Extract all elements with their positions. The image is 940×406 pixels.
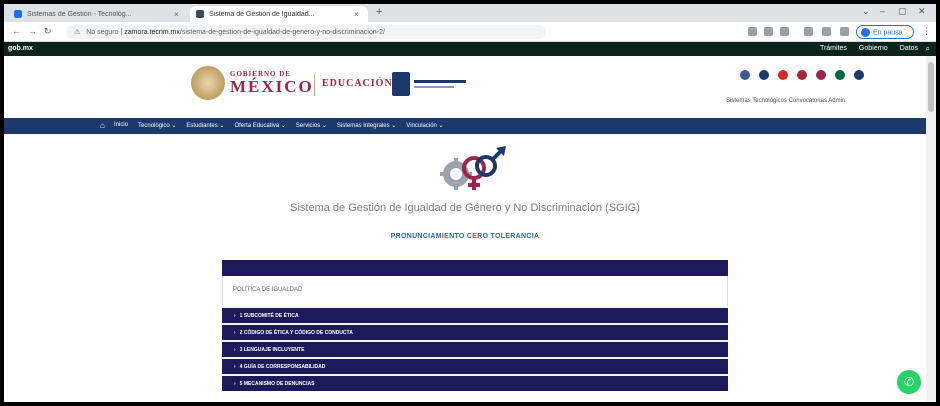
header-links[interactable]: Sistemas Tecnológicos Convocatorias Admi… [726, 98, 845, 104]
accordion-panel: POLÍTICA DE IGUALDAD › 1 SUBCOMITÉ DE ÉTI… [222, 260, 728, 391]
url-host: zamora.tecnm.mx [124, 29, 180, 36]
browser-tab-igualdad[interactable]: Sistema de Gestión de Igualdad... × [190, 6, 368, 22]
accordion-item-guia[interactable]: › 4 GUÍA DE CORRESPONSABILIDAD [222, 357, 728, 374]
site-header: GOBIERNO DE MÉXICO EDUCACIÓN Sistemas Te… [4, 56, 926, 118]
nav-item-estudiantes[interactable]: Estudiantes ⌄ [186, 122, 224, 129]
url-path: /sistema-de-gestion-de-igualdad-de-gener… [179, 29, 385, 36]
profile-button[interactable]: En pausa [856, 25, 914, 39]
gob-link-datos[interactable]: Datos [900, 45, 918, 52]
youtube-icon[interactable] [778, 70, 788, 80]
tecnm-logo-text [414, 80, 466, 83]
close-window-icon[interactable]: ✕ [918, 6, 926, 17]
reload-icon[interactable]: ↻ [44, 26, 52, 37]
whatsapp-icon[interactable]: ✆ [897, 370, 921, 394]
more-options-icon[interactable]: ⋮ [922, 26, 931, 37]
search-icon[interactable]: ⌕ [926, 44, 930, 54]
close-tab-icon[interactable]: × [174, 10, 182, 19]
nav-item-vinculacion[interactable]: Vinculación ⌄ [406, 122, 443, 129]
url-field[interactable]: ⚠ No seguro | zamora.tecnm.mx/sistema-de… [66, 25, 546, 39]
chevron-right-icon: › [234, 313, 236, 319]
maximize-icon[interactable]: ▢ [898, 6, 907, 17]
gob-link-tramites[interactable]: Trámites [820, 45, 847, 52]
tecnm-logo[interactable] [392, 72, 410, 96]
back-icon[interactable]: ← [12, 26, 21, 36]
avatar [861, 28, 870, 37]
tab-label: Sistema de Gestión de Igualdad... [209, 10, 315, 18]
accordion-open-content: POLÍTICA DE IGUALDAD [222, 276, 728, 306]
profile-label: En pausa [873, 29, 903, 37]
nav-item-inicio[interactable]: Inicio [114, 122, 128, 129]
accordion-item-mecanismo[interactable]: › 5 MECANISMO DE DENUNCIAS [222, 374, 728, 391]
accordion-item-subcomite[interactable]: › 1 SUBCOMITÉ DE ÉTICA [222, 306, 728, 323]
chevron-right-icon: › [234, 330, 236, 336]
home-icon[interactable]: ⌂ [100, 121, 105, 130]
url-security-label: No seguro [86, 29, 119, 36]
sidebar-icon[interactable] [822, 27, 831, 36]
logo-divider [314, 74, 315, 96]
nav-item-sistemas[interactable]: Sistemas Integrales ⌄ [337, 122, 396, 129]
instagram-icon[interactable] [816, 70, 826, 80]
accessibility-icon[interactable] [854, 70, 864, 80]
site-favicon-icon [196, 10, 204, 18]
gob-mx-bar: gob.mx Trámites Gobierno Datos ⌕ [4, 42, 936, 56]
minimize-icon[interactable]: – [880, 6, 885, 16]
browser-tab-sistemas[interactable]: Sistemas de Gestión - Tecnológ... × [8, 6, 188, 22]
accordion-item-lenguaje[interactable]: › 3 LENGUAJE INCLUYENTE [222, 340, 728, 357]
english-flag-icon[interactable] [797, 70, 807, 80]
page-title: Sistema de Gestión de Igualdad de Género… [290, 202, 640, 214]
gobierno-mexico-logo[interactable]: GOBIERNO DE MÉXICO [230, 70, 314, 95]
twitter-icon[interactable] [759, 70, 769, 80]
address-bar-row: ← → ↻ ⚠ No seguro | zamora.tecnm.mx/sist… [4, 22, 936, 42]
main-nav: ⌂ Inicio Tecnológico ⌄ Estudiantes ⌄ Ofe… [4, 118, 926, 134]
new-tab-button[interactable]: + [376, 6, 382, 18]
chevron-right-icon: › [234, 347, 236, 353]
warning-icon: ⚠ [74, 29, 81, 36]
accordion-item-codigo-etica[interactable]: › 2 CÓDIGO DE ÉTICA Y CÓDIGO DE CONDUCTA [222, 323, 728, 340]
tab-strip: Sistemas de Gestión - Tecnológ... × Sist… [4, 4, 936, 22]
downloads-icon[interactable] [840, 27, 849, 36]
extensions-icon[interactable] [804, 27, 813, 36]
close-tab-icon[interactable]: × [354, 10, 362, 19]
mexico-flag-icon[interactable] [835, 70, 845, 80]
tab-label: Sistemas de Gestión - Tecnológ... [27, 10, 132, 18]
browser-window: Sistemas de Gestión - Tecnológ... × Sist… [4, 4, 936, 402]
facebook-icon[interactable] [740, 70, 750, 80]
site-favicon-icon [14, 10, 22, 18]
educacion-logo[interactable]: EDUCACIÓN [322, 78, 393, 89]
social-icons [740, 70, 864, 80]
tecnm-logo-subtext [414, 86, 454, 88]
nav-item-oferta[interactable]: Oferta Educativa ⌄ [234, 122, 285, 129]
pronunciamiento-link[interactable]: PRONUNCIAMIENTO CERO TOLERANCIA [4, 233, 926, 240]
gob-link-gobierno[interactable]: Gobierno [859, 45, 888, 52]
translate-icon[interactable] [764, 27, 773, 36]
chevron-right-icon: › [234, 364, 236, 370]
nav-item-tecnologico[interactable]: Tecnológico ⌄ [138, 122, 176, 129]
scrollbar-thumb[interactable] [928, 62, 934, 112]
nav-item-servicios[interactable]: Servicios ⌄ [296, 122, 327, 129]
gender-equality-icon [440, 146, 506, 190]
star-icon[interactable] [780, 27, 789, 36]
gob-mx-logo[interactable]: gob.mx [8, 45, 33, 52]
accordion-header[interactable] [222, 260, 728, 276]
key-icon[interactable] [748, 27, 757, 36]
chevron-right-icon: › [234, 381, 236, 387]
chevron-down-icon[interactable]: ⌄ [862, 6, 870, 17]
forward-icon[interactable]: → [28, 26, 37, 36]
page-scrollbar[interactable] [926, 56, 936, 402]
national-seal-logo [191, 66, 225, 100]
